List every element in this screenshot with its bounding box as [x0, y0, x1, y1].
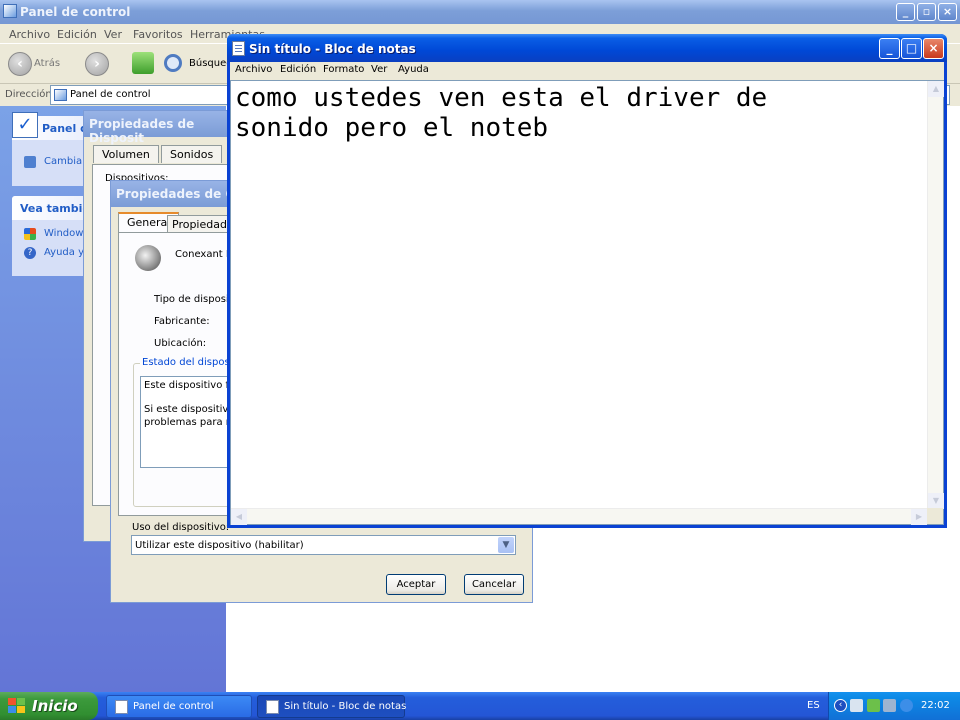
- notepad-menu-ver[interactable]: Ver: [371, 64, 387, 75]
- clock[interactable]: 22:02: [921, 700, 950, 711]
- notepad-menubar: Archivo Edición Formato Ver Ayuda: [230, 62, 944, 80]
- forward-arrow-icon[interactable]: ›: [85, 52, 109, 76]
- system-tray: ‹ 22:02: [828, 692, 960, 720]
- scroll-right-icon[interactable]: ▶: [911, 509, 927, 525]
- location-label: Ubicación:: [154, 338, 207, 349]
- device-name: Conexant H: [175, 249, 234, 260]
- notepad-menu-formato[interactable]: Formato: [323, 64, 364, 75]
- ok-button[interactable]: Aceptar: [386, 574, 446, 595]
- taskbar-item-notepad[interactable]: Sin título - Bloc de notas: [257, 695, 407, 718]
- language-indicator[interactable]: ES: [807, 700, 820, 711]
- manufacturer-label: Fabricante:: [154, 316, 210, 327]
- tab-sonidos[interactable]: Sonidos: [161, 145, 223, 163]
- notepad-menu-edicion[interactable]: Edición: [280, 64, 316, 75]
- see-also-link-help[interactable]: Ayuda y: [44, 247, 84, 258]
- close-button[interactable]: ×: [938, 3, 957, 21]
- tab-volumen[interactable]: Volumen: [93, 145, 159, 163]
- notepad-task-icon: [266, 700, 279, 714]
- notepad-close-button[interactable]: ×: [923, 38, 944, 59]
- notepad-menu-ayuda[interactable]: Ayuda: [398, 64, 429, 75]
- taskbar-item-control-panel-label: Panel de control: [133, 701, 214, 712]
- notepad-window: Sin título - Bloc de notas _ □ × Archivo…: [227, 34, 947, 528]
- scroll-down-icon[interactable]: ▼: [928, 493, 944, 509]
- scroll-up-icon[interactable]: ▲: [928, 81, 944, 97]
- control-panel-icon: [3, 4, 17, 18]
- switch-view-link[interactable]: Cambiar: [44, 156, 86, 167]
- search-icon[interactable]: [164, 54, 182, 72]
- scroll-left-icon[interactable]: ◀: [231, 509, 247, 525]
- notepad-icon: [232, 41, 245, 56]
- windows-flag-icon: [8, 698, 26, 714]
- control-panel-small-icon: [54, 89, 67, 101]
- sound-properties-title[interactable]: Propiedades de Disposit: [84, 111, 232, 145]
- control-panel-task-icon: [115, 700, 128, 714]
- notepad-text-area[interactable]: como ustedes ven esta el driver de sonid…: [230, 80, 944, 525]
- volume-icon[interactable]: [883, 699, 896, 712]
- maximize-button[interactable]: ▫: [917, 3, 936, 21]
- notepad-title: Sin título - Bloc de notas: [249, 42, 416, 56]
- switch-view-icon: [24, 156, 36, 168]
- device-usage-select[interactable]: Utilizar este dispositivo (habilitar) ▼: [131, 535, 516, 555]
- status-line-2: Si este dispositivo: [144, 404, 235, 415]
- back-arrow-icon[interactable]: ‹: [8, 52, 32, 76]
- menu-edicion[interactable]: Edición: [57, 28, 97, 41]
- menu-ver[interactable]: Ver: [104, 28, 122, 41]
- vertical-scrollbar[interactable]: ▲ ▼: [927, 81, 944, 509]
- help-icon: ?: [24, 247, 36, 259]
- security-icon[interactable]: [900, 699, 913, 712]
- back-label[interactable]: Atrás: [34, 58, 60, 69]
- notepad-menu-archivo[interactable]: Archivo: [235, 64, 272, 75]
- notepad-content[interactable]: como ustedes ven esta el driver de sonid…: [235, 83, 915, 143]
- taskbar: Inicio Panel de control Sin título - Blo…: [0, 692, 960, 720]
- taskbar-item-control-panel[interactable]: Panel de control: [106, 695, 252, 718]
- menu-favoritos[interactable]: Favoritos: [133, 28, 183, 41]
- up-folder-icon[interactable]: [132, 52, 154, 74]
- chevron-down-icon[interactable]: ▼: [498, 537, 514, 553]
- resize-grip-icon[interactable]: [927, 508, 943, 524]
- address-value: Panel de control: [70, 89, 151, 100]
- tray-expand-icon[interactable]: ‹: [834, 699, 847, 712]
- minimize-button[interactable]: _: [896, 3, 915, 21]
- notepad-maximize-button[interactable]: □: [901, 38, 922, 59]
- horizontal-scrollbar[interactable]: ◀ ▶: [231, 508, 927, 525]
- address-label: Dirección: [5, 89, 52, 100]
- device-usage-value: Utilizar este dispositivo (habilitar): [135, 540, 304, 551]
- control-panel-titlebar[interactable]: Panel de control _ ▫ ×: [0, 0, 960, 24]
- notepad-titlebar[interactable]: Sin título - Bloc de notas _ □ ×: [227, 34, 947, 62]
- notepad-minimize-button[interactable]: _: [879, 38, 900, 59]
- network-icon[interactable]: [850, 699, 863, 712]
- menu-archivo[interactable]: Archivo: [9, 28, 50, 41]
- start-button[interactable]: Inicio: [0, 692, 98, 720]
- device-usage-label: Uso del dispositivo:: [132, 522, 230, 533]
- status-line-1: Este dispositivo fu: [144, 380, 236, 391]
- see-also-link-windows[interactable]: Windows: [44, 228, 89, 239]
- control-panel-title: Panel de control: [20, 5, 131, 19]
- users-icon[interactable]: [867, 699, 880, 712]
- checklist-icon: ✓: [12, 112, 38, 138]
- taskbar-item-notepad-label: Sin título - Bloc de notas: [284, 701, 407, 712]
- speaker-icon: [135, 245, 161, 271]
- windows-update-icon: [24, 228, 36, 240]
- start-label: Inicio: [32, 697, 78, 715]
- cancel-button[interactable]: Cancelar: [464, 574, 524, 595]
